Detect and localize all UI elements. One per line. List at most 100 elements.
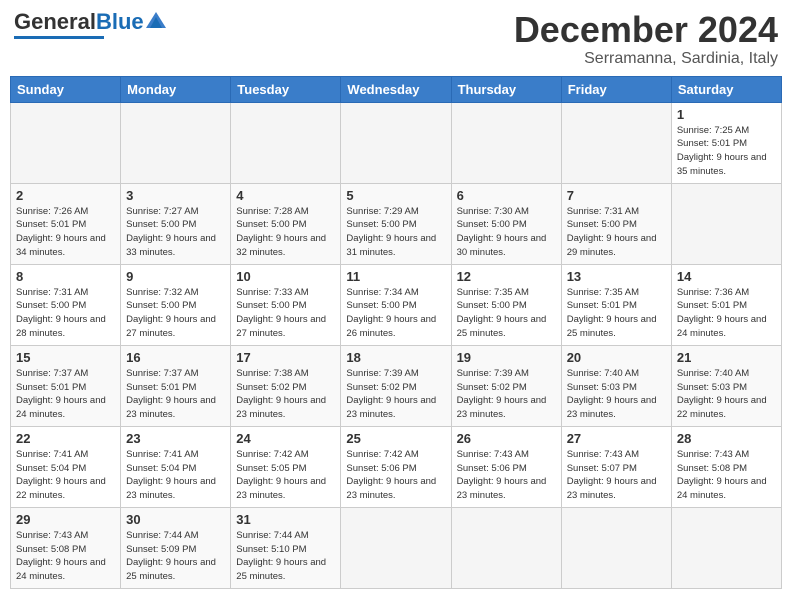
calendar-cell: 29 Sunrise: 7:43 AMSunset: 5:08 PMDayligh… <box>11 507 121 588</box>
calendar-cell: 21 Sunrise: 7:40 AMSunset: 5:03 PMDayligh… <box>671 345 781 426</box>
day-number: 8 <box>16 269 115 284</box>
day-number: 29 <box>16 512 115 527</box>
day-number: 1 <box>677 107 776 122</box>
calendar-cell <box>121 102 231 183</box>
calendar-cell: 13Sunrise: 7:35 AMSunset: 5:01 PMDayligh… <box>561 264 671 345</box>
logo: GeneralBlue <box>14 10 166 39</box>
calendar-cell: 22Sunrise: 7:41 AMSunset: 5:04 PMDayligh… <box>11 426 121 507</box>
calendar-header-row: SundayMondayTuesdayWednesdayThursdayFrid… <box>11 76 782 102</box>
day-info: Sunrise: 7:38 AMSunset: 5:02 PMDaylight:… <box>236 368 326 420</box>
day-info: Sunrise: 7:44 AMSunset: 5:10 PMDaylight:… <box>236 530 326 582</box>
day-number: 6 <box>457 188 556 203</box>
calendar-cell <box>671 183 781 264</box>
calendar-cell: 15 Sunrise: 7:37 AMSunset: 5:01 PMDayligh… <box>11 345 121 426</box>
calendar-cell <box>341 102 451 183</box>
calendar-cell: 28 Sunrise: 7:43 AMSunset: 5:08 PMDayligh… <box>671 426 781 507</box>
day-info: Sunrise: 7:43 AMSunset: 5:06 PMDaylight:… <box>457 449 547 501</box>
weekday-header-tuesday: Tuesday <box>231 76 341 102</box>
logo-general: General <box>14 9 96 34</box>
calendar-cell: 25Sunrise: 7:42 AMSunset: 5:06 PMDayligh… <box>341 426 451 507</box>
day-info: Sunrise: 7:44 AMSunset: 5:09 PMDaylight:… <box>126 530 216 582</box>
day-number: 21 <box>677 350 776 365</box>
day-number: 20 <box>567 350 666 365</box>
calendar-cell: 7Sunrise: 7:31 AMSunset: 5:00 PMDaylight… <box>561 183 671 264</box>
logo-underline <box>14 36 104 39</box>
day-number: 30 <box>126 512 225 527</box>
day-number: 17 <box>236 350 335 365</box>
title-section: December 2024 Serramanna, Sardinia, Ital… <box>514 10 778 68</box>
day-number: 23 <box>126 431 225 446</box>
day-number: 3 <box>126 188 225 203</box>
calendar-cell: 6Sunrise: 7:30 AMSunset: 5:00 PMDaylight… <box>451 183 561 264</box>
day-info: Sunrise: 7:37 AMSunset: 5:01 PMDaylight:… <box>16 368 106 420</box>
day-info: Sunrise: 7:34 AMSunset: 5:00 PMDaylight:… <box>346 287 436 339</box>
logo-text: GeneralBlue <box>14 10 144 34</box>
calendar-cell <box>231 102 341 183</box>
day-number: 26 <box>457 431 556 446</box>
calendar-cell: 18 Sunrise: 7:39 AMSunset: 5:02 PMDayligh… <box>341 345 451 426</box>
weekday-header-monday: Monday <box>121 76 231 102</box>
calendar-cell: 27Sunrise: 7:43 AMSunset: 5:07 PMDayligh… <box>561 426 671 507</box>
calendar-cell: 30 Sunrise: 7:44 AMSunset: 5:09 PMDayligh… <box>121 507 231 588</box>
day-info: Sunrise: 7:42 AMSunset: 5:05 PMDaylight:… <box>236 449 326 501</box>
day-info: Sunrise: 7:41 AMSunset: 5:04 PMDaylight:… <box>16 449 106 501</box>
calendar-cell: 19Sunrise: 7:39 AMSunset: 5:02 PMDayligh… <box>451 345 561 426</box>
calendar-cell: 5Sunrise: 7:29 AMSunset: 5:00 PMDaylight… <box>341 183 451 264</box>
day-number: 4 <box>236 188 335 203</box>
day-number: 2 <box>16 188 115 203</box>
calendar-cell <box>671 507 781 588</box>
calendar-cell: 17 Sunrise: 7:38 AMSunset: 5:02 PMDayligh… <box>231 345 341 426</box>
calendar-cell: 4Sunrise: 7:28 AMSunset: 5:00 PMDaylight… <box>231 183 341 264</box>
calendar-week-5: 29 Sunrise: 7:43 AMSunset: 5:08 PMDayligh… <box>11 507 782 588</box>
day-info: Sunrise: 7:32 AMSunset: 5:00 PMDaylight:… <box>126 287 216 339</box>
calendar-week-4: 22Sunrise: 7:41 AMSunset: 5:04 PMDayligh… <box>11 426 782 507</box>
day-info: Sunrise: 7:40 AMSunset: 5:03 PMDaylight:… <box>567 368 657 420</box>
location-text: Serramanna, Sardinia, Italy <box>514 50 778 68</box>
logo-icon <box>146 12 166 28</box>
weekday-header-saturday: Saturday <box>671 76 781 102</box>
day-info: Sunrise: 7:43 AMSunset: 5:08 PMDaylight:… <box>677 449 767 501</box>
day-info: Sunrise: 7:31 AMSunset: 5:00 PMDaylight:… <box>16 287 106 339</box>
day-info: Sunrise: 7:40 AMSunset: 5:03 PMDaylight:… <box>677 368 767 420</box>
day-number: 18 <box>346 350 445 365</box>
calendar-cell: 8 Sunrise: 7:31 AMSunset: 5:00 PMDaylight… <box>11 264 121 345</box>
calendar-cell: 2Sunrise: 7:26 AMSunset: 5:01 PMDaylight… <box>11 183 121 264</box>
day-info: Sunrise: 7:41 AMSunset: 5:04 PMDaylight:… <box>126 449 216 501</box>
day-info: Sunrise: 7:37 AMSunset: 5:01 PMDaylight:… <box>126 368 216 420</box>
day-info: Sunrise: 7:43 AMSunset: 5:07 PMDaylight:… <box>567 449 657 501</box>
calendar-cell: 26 Sunrise: 7:43 AMSunset: 5:06 PMDayligh… <box>451 426 561 507</box>
calendar-table: SundayMondayTuesdayWednesdayThursdayFrid… <box>10 76 782 589</box>
calendar-week-1: 2Sunrise: 7:26 AMSunset: 5:01 PMDaylight… <box>11 183 782 264</box>
day-info: Sunrise: 7:43 AMSunset: 5:08 PMDaylight:… <box>16 530 106 582</box>
calendar-cell <box>451 102 561 183</box>
day-number: 14 <box>677 269 776 284</box>
calendar-week-3: 15 Sunrise: 7:37 AMSunset: 5:01 PMDayligh… <box>11 345 782 426</box>
day-number: 28 <box>677 431 776 446</box>
calendar-cell: 24Sunrise: 7:42 AMSunset: 5:05 PMDayligh… <box>231 426 341 507</box>
day-number: 13 <box>567 269 666 284</box>
calendar-cell: 20 Sunrise: 7:40 AMSunset: 5:03 PMDayligh… <box>561 345 671 426</box>
logo-blue: Blue <box>96 9 144 34</box>
day-number: 15 <box>16 350 115 365</box>
day-number: 16 <box>126 350 225 365</box>
calendar-cell: 10Sunrise: 7:33 AMSunset: 5:00 PMDayligh… <box>231 264 341 345</box>
calendar-cell: 11Sunrise: 7:34 AMSunset: 5:00 PMDayligh… <box>341 264 451 345</box>
calendar-cell: 3 Sunrise: 7:27 AMSunset: 5:00 PMDaylight… <box>121 183 231 264</box>
day-number: 12 <box>457 269 556 284</box>
day-info: Sunrise: 7:39 AMSunset: 5:02 PMDaylight:… <box>457 368 547 420</box>
day-number: 9 <box>126 269 225 284</box>
weekday-header-sunday: Sunday <box>11 76 121 102</box>
day-info: Sunrise: 7:42 AMSunset: 5:06 PMDaylight:… <box>346 449 436 501</box>
calendar-cell <box>561 102 671 183</box>
day-info: Sunrise: 7:27 AMSunset: 5:00 PMDaylight:… <box>126 206 216 258</box>
day-info: Sunrise: 7:39 AMSunset: 5:02 PMDaylight:… <box>346 368 436 420</box>
month-title: December 2024 <box>514 10 778 50</box>
day-info: Sunrise: 7:25 AMSunset: 5:01 PMDaylight:… <box>677 125 767 177</box>
day-info: Sunrise: 7:36 AMSunset: 5:01 PMDaylight:… <box>677 287 767 339</box>
calendar-cell: 31 Sunrise: 7:44 AMSunset: 5:10 PMDayligh… <box>231 507 341 588</box>
weekday-header-wednesday: Wednesday <box>341 76 451 102</box>
calendar-cell: 12Sunrise: 7:35 AMSunset: 5:00 PMDayligh… <box>451 264 561 345</box>
calendar-week-2: 8 Sunrise: 7:31 AMSunset: 5:00 PMDaylight… <box>11 264 782 345</box>
calendar-cell: 16 Sunrise: 7:37 AMSunset: 5:01 PMDayligh… <box>121 345 231 426</box>
day-number: 31 <box>236 512 335 527</box>
